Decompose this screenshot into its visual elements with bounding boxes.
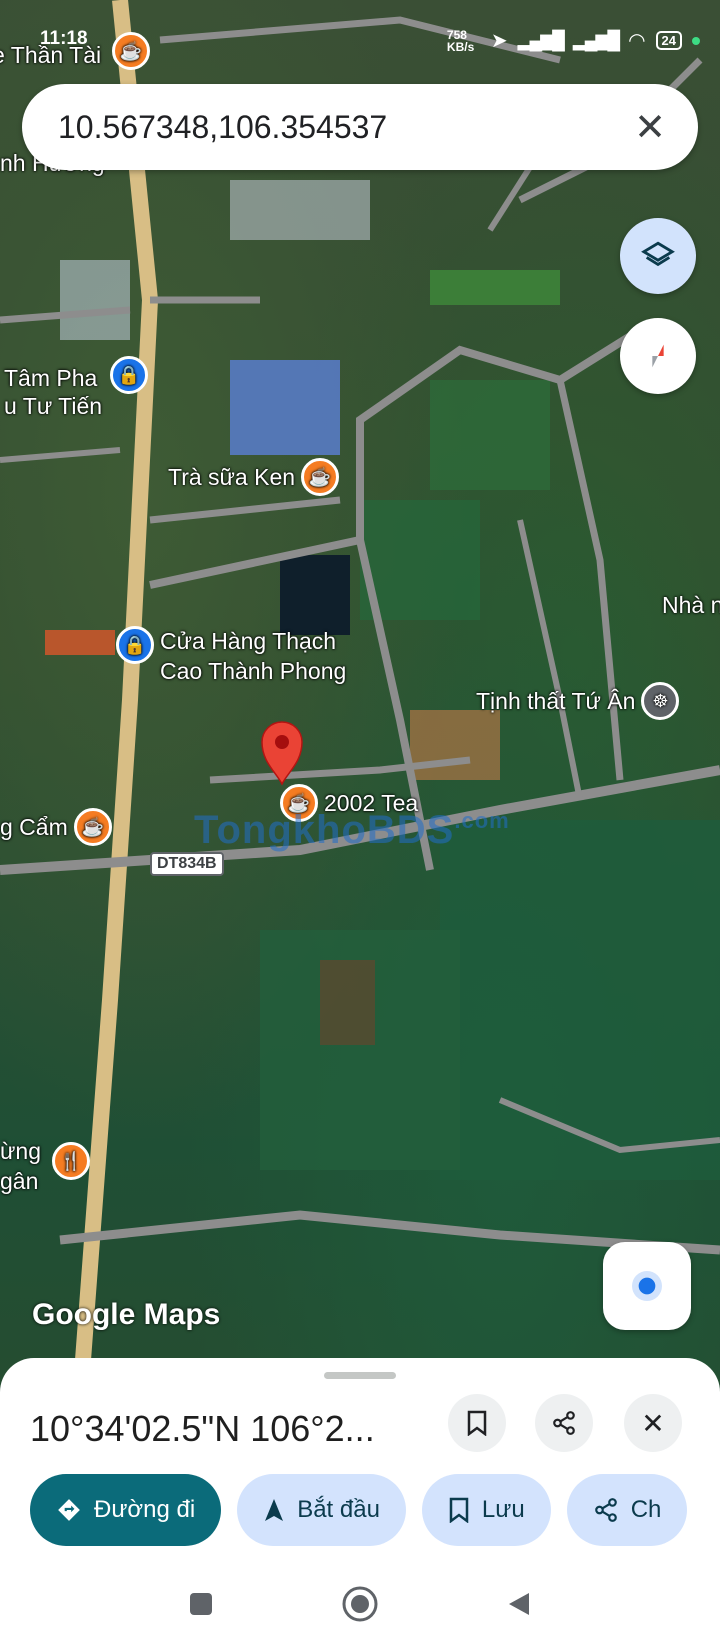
recents-icon[interactable] [187,1590,215,1623]
poi-tam-pha[interactable]: 🔒 [110,356,148,394]
poi-nha[interactable]: Nhà n [662,592,720,619]
google-maps-logo: Google Maps [32,1298,221,1331]
cafe-icon: ☕ [301,458,340,496]
dharma-wheel-icon: ☸ [641,682,680,720]
cafe-icon: ☕ [73,808,112,846]
poi-cam[interactable]: g Cẩm ☕ [0,808,112,846]
compass-button[interactable] [620,318,696,394]
layers-button[interactable] [620,218,696,294]
navigation-arrow-icon [265,1499,284,1521]
layers-icon [641,241,675,267]
start-button[interactable]: Bắt đầu [237,1474,406,1546]
wifi-icon: ◠ [628,30,646,52]
poi-label: Trà sữa Ken [168,463,296,490]
close-sheet-button[interactable]: ✕ [624,1394,682,1452]
battery-icon: 24 [655,31,682,50]
status-icons: 758 KB/s ➤ ▂▄▆█ ▂▄▆█ ◠ 24 [447,28,700,53]
save-button[interactable]: Lưu [421,1474,551,1546]
share-button[interactable] [535,1394,593,1452]
search-bar[interactable]: 10.567348,106.354537 ✕ [22,84,698,170]
close-icon[interactable]: ✕ [620,97,680,157]
back-icon[interactable] [505,1590,533,1623]
fork-knife-icon: 🍴 [52,1142,90,1180]
network-speed: 758 KB/s [446,27,475,54]
share-chip-button[interactable]: Ch [566,1474,688,1546]
status-time: 11:18 [40,28,88,49]
share-icon [594,1498,617,1522]
directions-icon [58,1499,80,1521]
directions-button[interactable]: Đường đi [30,1474,222,1546]
home-icon[interactable] [341,1585,379,1628]
bookmark-icon [449,1497,469,1523]
poi-label: ừng [0,1138,41,1164]
road-label: DT834B [150,852,224,876]
poi-dung-ngan-label: ừng gân [0,1136,41,1196]
poi-tinh-that[interactable]: Tịnh thất Tứ Ân ☸ [476,682,680,720]
poi-label: gân [0,1168,39,1194]
poi-label: Cao Thành Phong [160,658,347,684]
privacy-dot [692,36,700,45]
start-label: Bắt đầu [297,1496,380,1523]
poi-label: Cửa Hàng Thạch [160,628,337,654]
poi-label: u Tư Tiến [4,393,103,419]
location-arrow-icon: ➤ [490,30,508,52]
poi-label: Tịnh thất Tứ Ân [476,687,636,714]
watermark: TongkhoBDS.com [194,808,510,852]
shopping-bag-icon: 🔒 [110,356,148,394]
signal-icon: ▂▄▆█ [517,30,565,50]
poi-label: g Cẩm [0,813,68,840]
my-location-icon [632,1271,662,1301]
poi-tam-pha-label: Tâm Pha u Tư Tiến [4,364,102,420]
system-nav-bar [0,1572,720,1640]
poi-tra-sua-ken[interactable]: Trà sữa Ken ☕ [168,458,340,496]
save-label: Lưu [481,1496,525,1523]
compass-icon [652,344,664,368]
close-icon: ✕ [641,1407,665,1439]
share-icon [553,1411,575,1435]
status-bar: 11:18 758 KB/s ➤ ▂▄▆█ ▂▄▆█ ◠ 24 [40,28,700,58]
action-chips: Đường đi Bắt đầu Lưu Ch [30,1474,688,1546]
signal-icon: ▂▄▆█ [572,30,620,50]
my-location-button[interactable] [603,1242,691,1330]
poi-restaurant[interactable]: 🍴 [52,1142,90,1180]
shopping-bag-icon: 🔒 [116,626,154,664]
poi-label: Nhà n [662,592,720,618]
search-input[interactable]: 10.567348,106.354537 [58,109,620,146]
poi-thach-cao[interactable]: 🔒 Cửa Hàng Thạch Cao Thành Phong [116,626,346,686]
directions-label: Đường đi [94,1496,196,1523]
bookmark-button[interactable] [448,1394,506,1452]
share-label: Ch [630,1496,662,1523]
place-coordinates: 10°34'02.5"N 106°2... [30,1408,375,1449]
bookmark-icon [467,1410,487,1436]
poi-label: Tâm Pha [4,365,98,391]
drag-handle[interactable] [324,1372,396,1379]
